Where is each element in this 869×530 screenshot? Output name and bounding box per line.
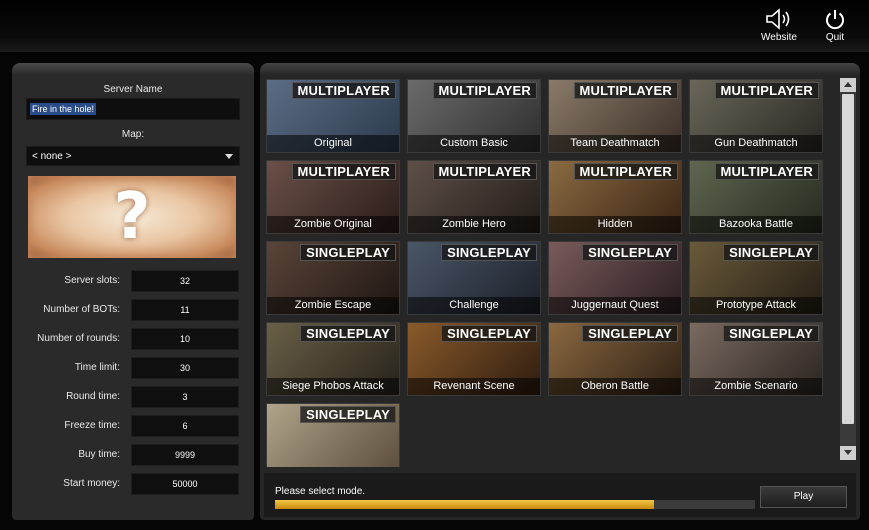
quit-button[interactable]: Quit [811,6,859,50]
mode-name: Zombie Scenario [690,378,822,395]
mode-select-panel: MULTIPLAYER Original MULTIPLAYER Custom Bas… [260,63,860,520]
server-name-label: Server Name [103,84,163,95]
setting-label: Server slots: [64,275,120,286]
speaker-icon [766,8,790,30]
setting-value-input[interactable]: 32 [131,270,239,292]
panel-header [12,63,254,75]
setting-value-input[interactable]: 11 [131,299,239,321]
mode-tile[interactable]: MULTIPLAYER Hidden [548,160,682,234]
website-label: Website [761,32,797,43]
scroll-thumb[interactable] [842,94,854,424]
mode-name: Juggernaut Quest [549,297,681,314]
mode-name: Revenant Scene [408,378,540,395]
setting-value-input[interactable]: 10 [131,328,239,350]
mode-type-badge: SINGLEPLAY [300,406,396,423]
mode-tile[interactable]: SINGLEPLAY Siege Phobos Attack [266,322,400,396]
setting-value-input[interactable]: 50000 [131,473,239,495]
mode-name: Siege Phobos Attack [267,378,399,395]
mode-name: Prototype Attack [690,297,822,314]
scroll-up-button[interactable] [840,78,856,92]
mode-name: Challenge [408,297,540,314]
mode-name: Custom Basic [408,135,540,152]
panel-header [260,63,860,75]
mode-tile[interactable]: MULTIPLAYER Team Deathmatch [548,79,682,153]
mode-grid-scrollbar[interactable] [840,78,856,460]
mode-type-badge: MULTIPLAYER [432,163,537,180]
mode-name: Original [267,135,399,152]
mode-type-badge: SINGLEPLAY [723,244,819,261]
setting-label: Buy time: [78,449,120,460]
mode-type-badge: MULTIPLAYER [432,82,537,99]
mode-tile[interactable]: MULTIPLAYER Custom Basic [407,79,541,153]
map-preview-image: ? [28,176,236,258]
chevron-down-icon [225,154,233,159]
mode-type-badge: SINGLEPLAY [441,244,537,261]
setting-label: Number of rounds: [37,333,120,344]
map-select-value: < none > [32,151,72,162]
arrow-down-icon [844,450,852,455]
arrow-up-icon [844,82,852,87]
scroll-down-button[interactable] [840,446,856,460]
mode-name: Hidden [549,216,681,233]
mode-name: Zombie Original [267,216,399,233]
mode-name: Gun Deathmatch [690,135,822,152]
quit-label: Quit [825,32,845,43]
mode-tile[interactable]: SINGLEPLAY Zombie Escape [266,241,400,315]
mode-type-badge: MULTIPLAYER [714,163,819,180]
setting-value-input[interactable]: 9999 [131,444,239,466]
website-button[interactable]: Website [755,6,803,50]
mode-tile[interactable]: MULTIPLAYER Zombie Original [266,160,400,234]
mode-type-badge: SINGLEPLAY [723,325,819,342]
mode-name: Zombie Escape [267,297,399,314]
server-name-value: Fire in the hole! [30,103,97,115]
server-name-input[interactable]: Fire in the hole! [26,98,240,120]
status-text: Please select mode. [275,486,366,497]
mode-tile[interactable]: MULTIPLAYER Gun Deathmatch [689,79,823,153]
mode-tile[interactable]: MULTIPLAYER Bazooka Battle [689,160,823,234]
mode-tile[interactable]: MULTIPLAYER Original [266,79,400,153]
mode-tile[interactable]: SINGLEPLAY Oberon Battle [548,322,682,396]
progress-fill [275,500,655,509]
mode-grid: MULTIPLAYER Original MULTIPLAYER Custom Bas… [266,79,838,467]
mode-type-badge: MULTIPLAYER [714,82,819,99]
server-settings-panel: Server Name Fire in the hole! Map: < non… [12,63,254,520]
setting-label: Time limit: [74,362,120,373]
mode-tile[interactable]: SINGLEPLAY Juggernaut Quest [548,241,682,315]
mode-tile[interactable]: SINGLEPLAY Revenant Scene [407,322,541,396]
mode-type-badge: SINGLEPLAY [300,244,396,261]
top-bar: Website Quit [0,0,869,52]
mode-type-badge: SINGLEPLAY [441,325,537,342]
setting-value-input[interactable]: 6 [131,415,239,437]
mode-name: Oberon Battle [549,378,681,395]
mode-type-badge: SINGLEPLAY [582,244,678,261]
setting-label: Start money: [63,478,120,489]
mode-tile[interactable]: MULTIPLAYER Zombie Hero [407,160,541,234]
mode-type-badge: MULTIPLAYER [291,82,396,99]
mode-tile[interactable]: SINGLEPLAY Prototype Attack [689,241,823,315]
mode-tile[interactable]: SINGLEPLAY Zombie Scenario [689,322,823,396]
setting-label: Freeze time: [64,420,120,431]
mode-tile[interactable]: SINGLEPLAY [266,403,400,467]
setting-label: Number of BOTs: [43,304,120,315]
question-mark-icon: ? [113,180,151,254]
status-bar: Please select mode. Play [264,473,856,517]
mode-type-badge: MULTIPLAYER [291,163,396,180]
mode-type-badge: MULTIPLAYER [573,82,678,99]
setting-value-input[interactable]: 30 [131,357,239,379]
mode-tile[interactable]: SINGLEPLAY Challenge [407,241,541,315]
mode-type-badge: SINGLEPLAY [582,325,678,342]
mode-name: Team Deathmatch [549,135,681,152]
mode-name: Zombie Hero [408,216,540,233]
mode-type-badge: SINGLEPLAY [300,325,396,342]
setting-value-input[interactable]: 3 [131,386,239,408]
map-label: Map: [121,129,145,140]
setting-label: Round time: [66,391,120,402]
power-icon [826,10,844,30]
mode-type-badge: MULTIPLAYER [573,163,678,180]
mode-name: Bazooka Battle [690,216,822,233]
map-select[interactable]: < none > [26,146,240,166]
progress-bar [275,500,755,509]
play-button[interactable]: Play [760,486,847,508]
